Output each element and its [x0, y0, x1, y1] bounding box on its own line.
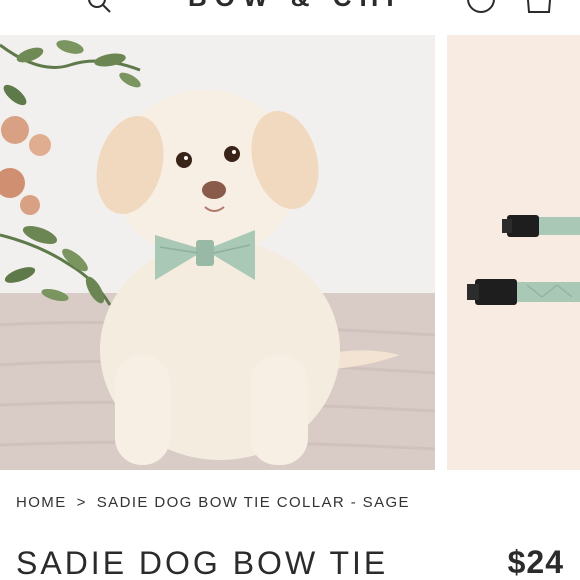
product-title: SADIE DOG BOW TIE: [16, 545, 389, 580]
breadcrumb-home-link[interactable]: HOME: [16, 494, 67, 511]
product-price: $24: [507, 544, 564, 580]
account-icon[interactable]: [466, 0, 496, 14]
product-page: BOW & CHIEF: [0, 0, 580, 580]
collar-buckles-photo: [447, 35, 580, 470]
product-image-main[interactable]: [0, 35, 435, 470]
breadcrumb: HOME > SADIE DOG BOW TIE COLLAR - SAGE: [16, 494, 410, 516]
product-gallery: [0, 35, 580, 470]
breadcrumb-separator: >: [76, 494, 87, 511]
product-image-thumb-2[interactable]: [447, 35, 580, 470]
search-icon[interactable]: [86, 0, 112, 14]
breadcrumb-current: SADIE DOG BOW TIE COLLAR - SAGE: [96, 494, 410, 511]
dog-photo: [0, 35, 435, 470]
site-logo[interactable]: BOW & CHIEF: [188, 0, 398, 8]
site-header: BOW & CHIEF: [0, 0, 580, 30]
cart-icon[interactable]: [524, 0, 554, 14]
